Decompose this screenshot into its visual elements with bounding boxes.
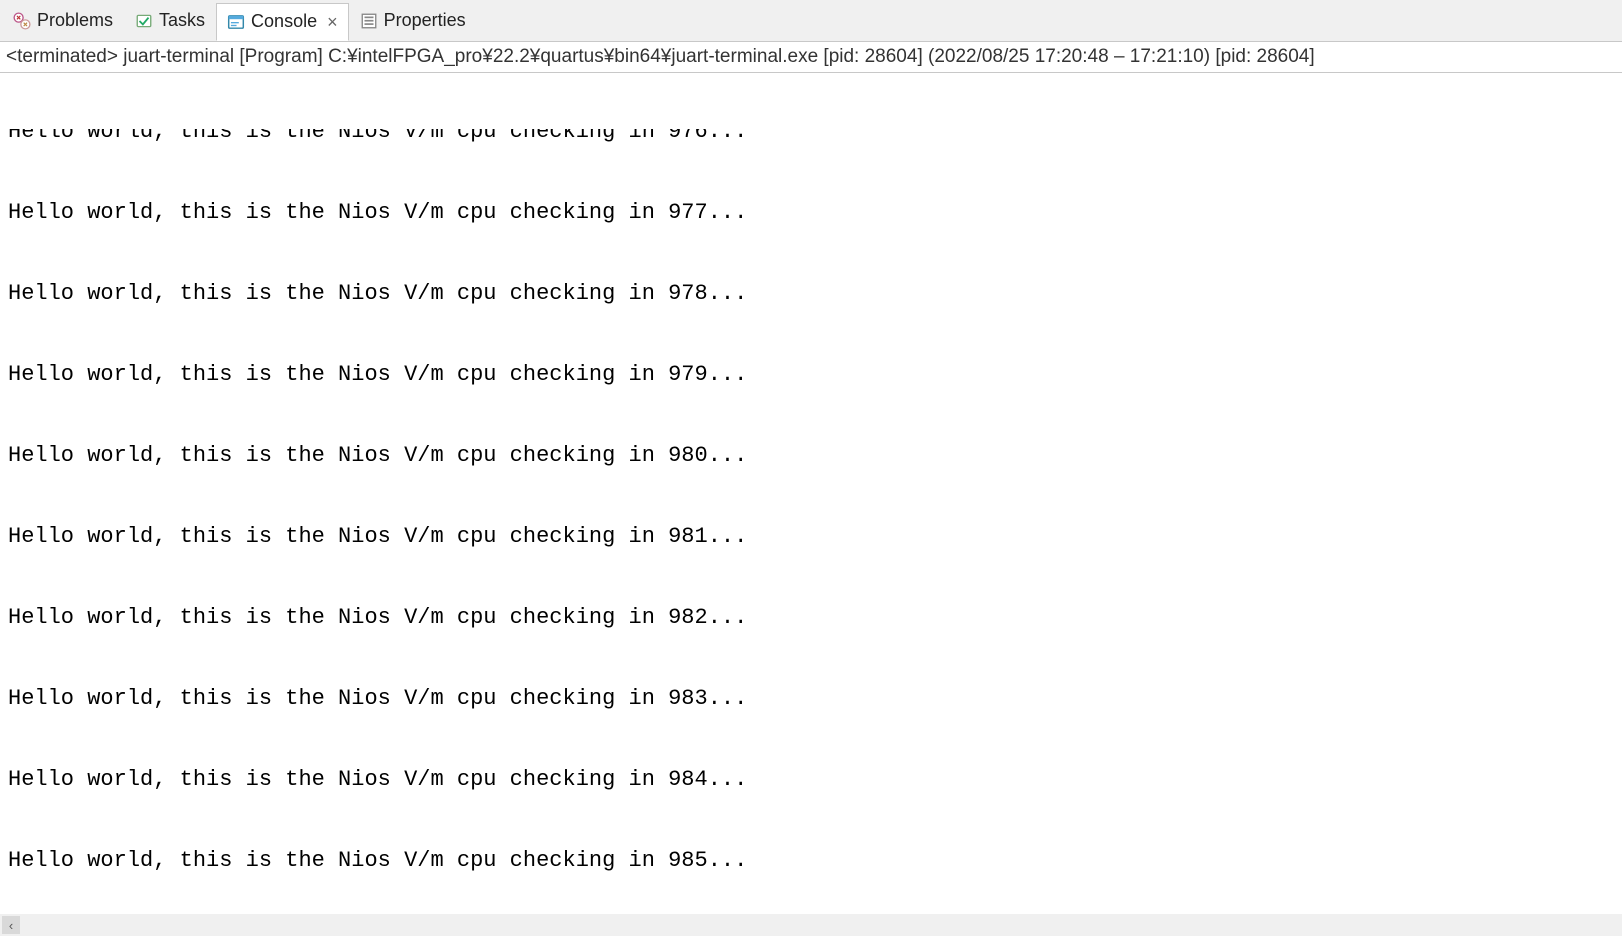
console-icon	[227, 13, 245, 31]
console-line: Hello world, this is the Nios V/m cpu ch…	[8, 766, 1614, 793]
tab-console[interactable]: Console ×	[216, 3, 349, 41]
tab-properties-label: Properties	[384, 10, 466, 31]
tab-tasks[interactable]: Tasks	[124, 2, 216, 40]
scroll-left-arrow-icon[interactable]: ‹	[2, 916, 20, 934]
properties-icon	[360, 12, 378, 30]
console-line-partial: Hello world, this is the Nios V/m cpu ch…	[8, 129, 1614, 145]
console-status-line: <terminated> juart-terminal [Program] C:…	[0, 42, 1622, 73]
console-output[interactable]: Hello world, this is the Nios V/m cpu ch…	[0, 73, 1622, 914]
tab-problems-label: Problems	[37, 10, 113, 31]
view-tab-bar: Problems Tasks Console × Properties	[0, 0, 1622, 42]
console-line: Hello world, this is the Nios V/m cpu ch…	[8, 847, 1614, 874]
horizontal-scrollbar[interactable]: ‹	[0, 914, 1622, 936]
tab-console-label: Console	[251, 11, 317, 32]
console-line: Hello world, this is the Nios V/m cpu ch…	[8, 280, 1614, 307]
console-line: Hello world, this is the Nios V/m cpu ch…	[8, 361, 1614, 388]
console-line: Hello world, this is the Nios V/m cpu ch…	[8, 523, 1614, 550]
tab-problems[interactable]: Problems	[2, 2, 124, 40]
console-line: Hello world, this is the Nios V/m cpu ch…	[8, 604, 1614, 631]
problems-icon	[13, 12, 31, 30]
console-line: Hello world, this is the Nios V/m cpu ch…	[8, 442, 1614, 469]
close-tab-icon[interactable]: ×	[327, 13, 338, 31]
tab-tasks-label: Tasks	[159, 10, 205, 31]
tasks-icon	[135, 12, 153, 30]
console-line: Hello world, this is the Nios V/m cpu ch…	[8, 685, 1614, 712]
tab-properties[interactable]: Properties	[349, 2, 477, 40]
console-line: Hello world, this is the Nios V/m cpu ch…	[8, 199, 1614, 226]
